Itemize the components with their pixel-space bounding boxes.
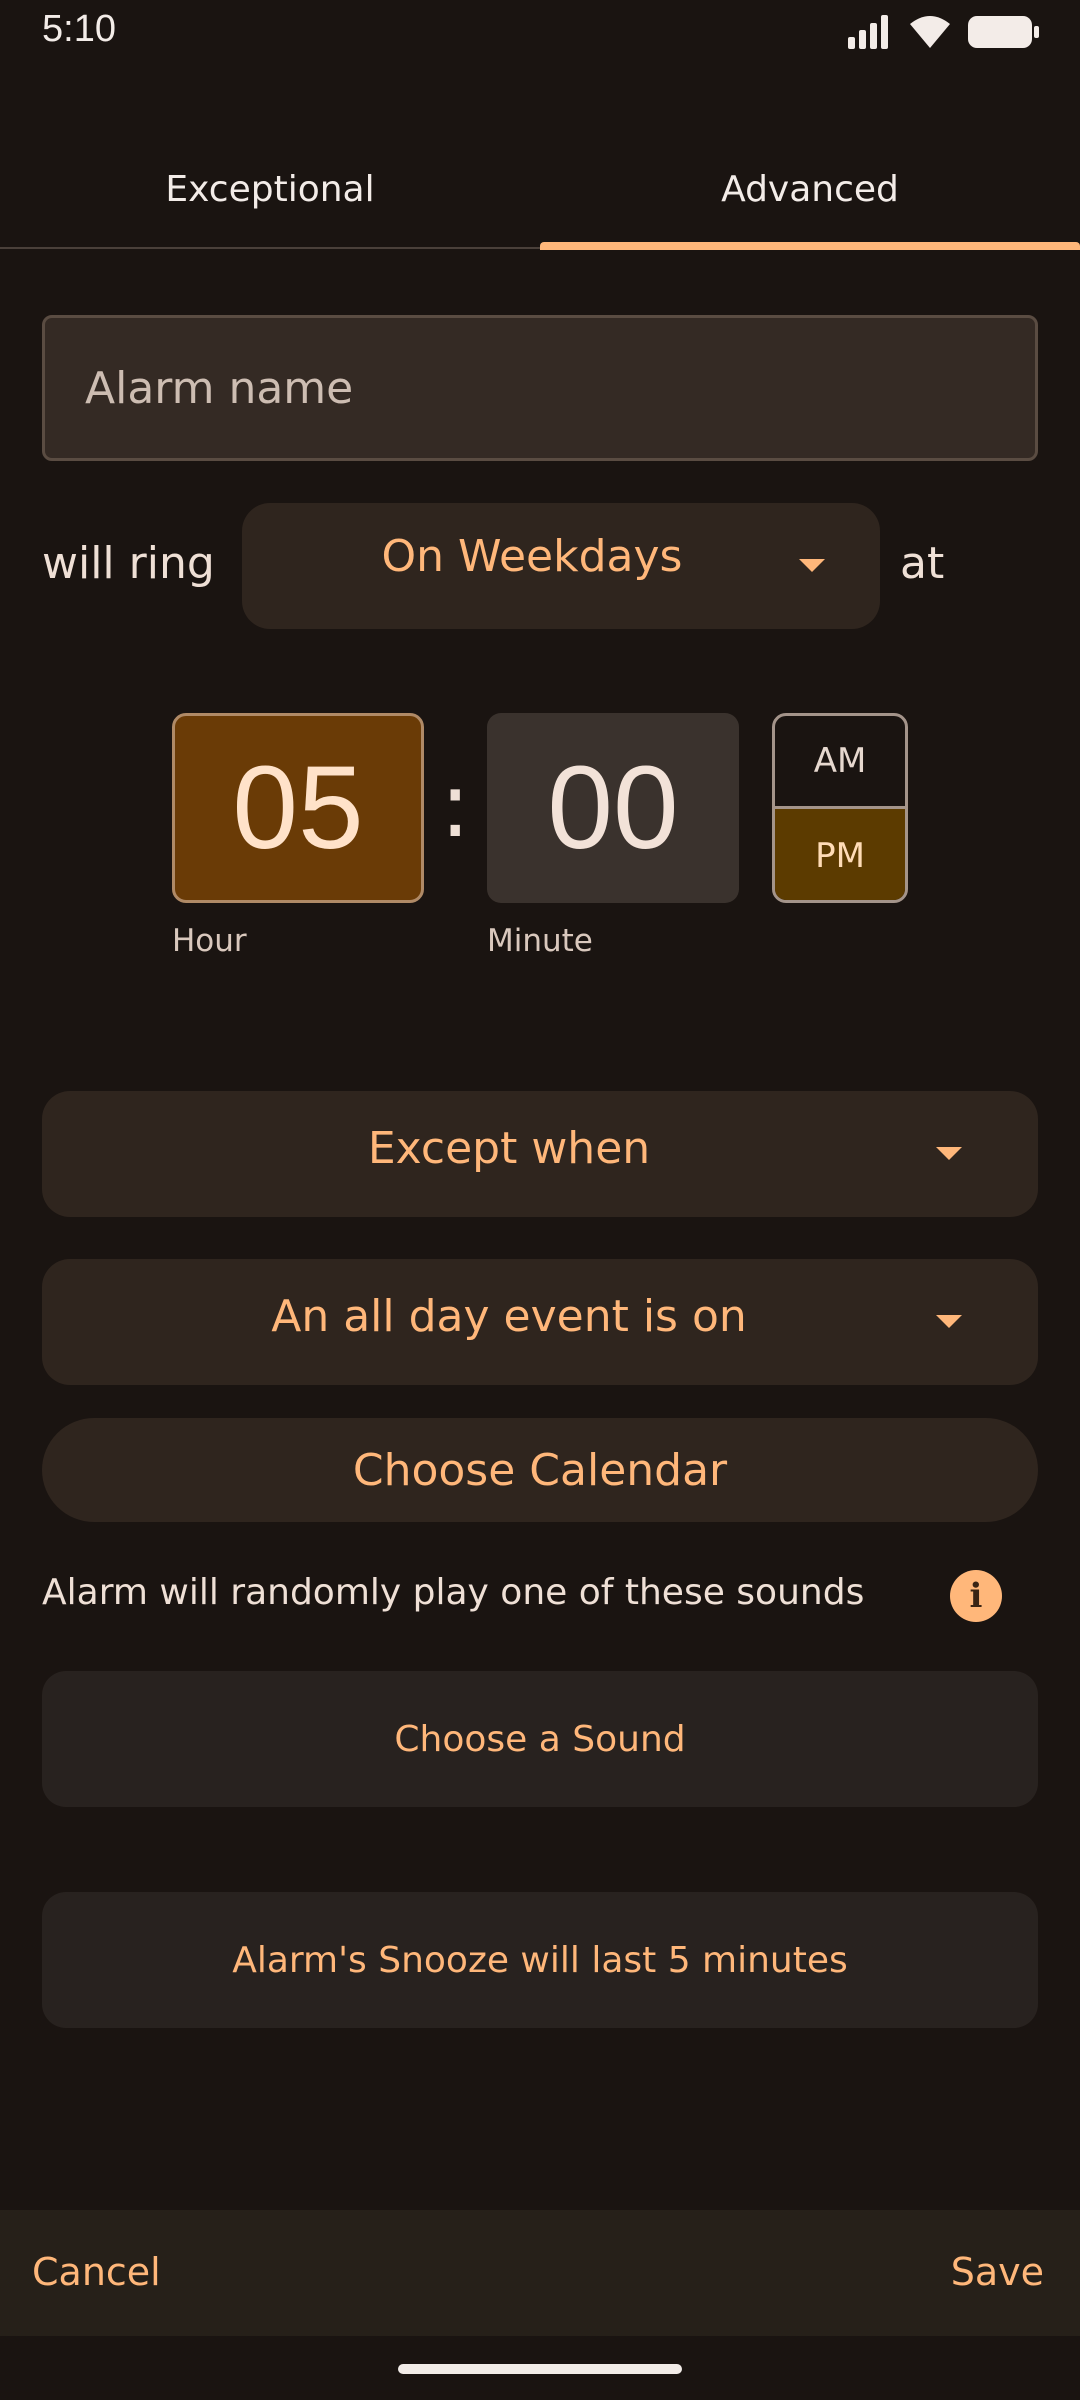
pm-option[interactable]: PM — [775, 809, 905, 900]
tab-exceptional[interactable]: Exceptional — [0, 130, 540, 248]
dropdown-arrow-icon — [799, 559, 825, 572]
choose-calendar-button[interactable]: Choose Calendar — [42, 1418, 1038, 1522]
battery-icon — [968, 16, 1039, 48]
am-option[interactable]: AM — [775, 716, 905, 809]
tab-selected-indicator — [540, 242, 1080, 250]
except-when-label: Except when — [367, 1123, 651, 1174]
status-bar: 5:10 — [0, 0, 1080, 64]
hour-label: Hour — [172, 923, 247, 959]
cancel-button[interactable]: Cancel — [32, 2250, 161, 2294]
time-picker: 05 : 00 AM PM Hour Minute — [172, 713, 912, 973]
tab-advanced[interactable]: Advanced — [540, 130, 1080, 248]
repeat-dropdown-value: On Weekdays — [381, 531, 683, 582]
wifi-icon — [910, 16, 950, 48]
snooze-duration-button[interactable]: Alarm's Snooze will last 5 minutes — [42, 1892, 1038, 2028]
ring-schedule-row: will ring On Weekdays at — [42, 503, 1038, 629]
dropdown-arrow-icon — [936, 1315, 962, 1328]
save-button[interactable]: Save — [951, 2250, 1044, 2294]
event-condition-dropdown[interactable]: An all day event is on — [42, 1259, 1038, 1385]
dropdown-arrow-icon — [936, 1147, 962, 1160]
sounds-description: Alarm will randomly play one of these so… — [42, 1572, 865, 1613]
except-when-dropdown[interactable]: Except when — [42, 1091, 1038, 1217]
bottom-action-bar: Cancel Save — [0, 2210, 1080, 2336]
repeat-dropdown[interactable]: On Weekdays — [242, 503, 880, 629]
at-label: at — [900, 538, 945, 589]
info-icon[interactable]: i — [950, 1570, 1002, 1622]
status-icons — [848, 12, 1040, 52]
will-ring-label: will ring — [42, 538, 215, 589]
minute-label: Minute — [487, 923, 593, 959]
signal-icon — [848, 15, 888, 49]
alarm-name-field[interactable]: Alarm name — [42, 315, 1038, 461]
home-indicator[interactable] — [398, 2364, 682, 2374]
tab-bar: Exceptional Advanced — [0, 130, 1080, 250]
time-separator: : — [440, 753, 471, 858]
minute-input[interactable]: 00 — [487, 713, 739, 903]
event-condition-label: An all day event is on — [271, 1291, 747, 1342]
hour-input[interactable]: 05 — [172, 713, 424, 903]
am-pm-selector: AM PM — [772, 713, 908, 903]
status-time: 5:10 — [42, 8, 116, 50]
choose-sound-button[interactable]: Choose a Sound — [42, 1671, 1038, 1807]
